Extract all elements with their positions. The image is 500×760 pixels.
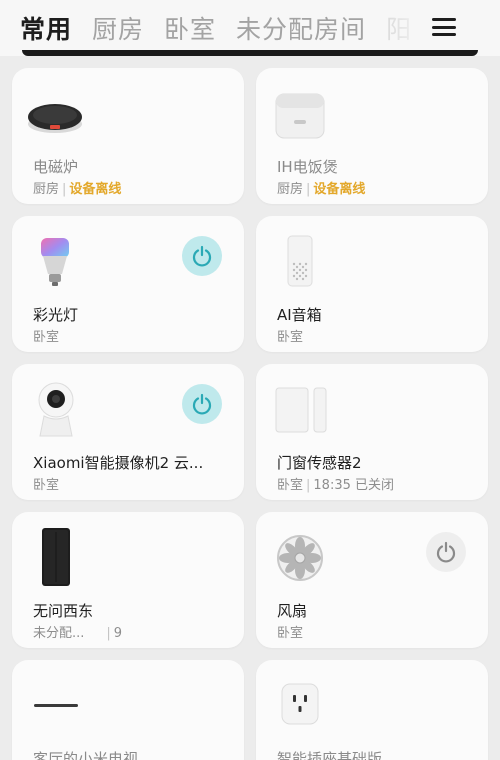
device-card-door-sensor[interactable]: 门窗传感器2 卧室 | 18:35 已关闭 xyxy=(256,364,488,500)
device-room: 卧室 xyxy=(33,330,60,345)
device-room: 卧室 xyxy=(33,478,60,493)
power-toggle[interactable] xyxy=(182,236,222,276)
menu-icon[interactable] xyxy=(432,16,456,38)
tab-kitchen[interactable]: 厨房 xyxy=(92,10,144,46)
device-card-smart-plug[interactable]: 智能插座基础版 xyxy=(256,660,488,760)
color-bulb-icon xyxy=(41,238,69,286)
device-status: 厨房 | 设备离线 xyxy=(277,182,366,197)
tab-unassigned[interactable]: 未分配房间 xyxy=(236,10,366,46)
offline-badge: 设备离线 xyxy=(69,182,122,197)
device-card-ai-speaker[interactable]: AI音箱 卧室 xyxy=(256,216,488,352)
device-name: AI音箱 xyxy=(277,306,322,324)
induction-cooker-icon xyxy=(28,104,82,133)
device-name: 风扇 xyxy=(277,602,308,620)
power-toggle[interactable] xyxy=(426,532,466,572)
device-card-camera[interactable]: Xiaomi智能摄像机2 云... 卧室 xyxy=(12,364,244,500)
device-name: 电磁炉 xyxy=(33,158,79,176)
device-status: 卧室 | 18:35 已关闭 xyxy=(277,478,395,493)
fan-icon xyxy=(277,535,323,581)
camera-icon xyxy=(38,382,74,437)
power-icon xyxy=(192,393,212,415)
rice-cooker-icon xyxy=(275,93,325,139)
device-name: 无问西东 xyxy=(33,602,94,620)
tab-favorites[interactable]: 常用 xyxy=(20,10,72,46)
device-name: 彩光灯 xyxy=(33,306,79,324)
device-card-router[interactable]: 无问西东 未分配... | 9 xyxy=(12,512,244,648)
device-name: 智能插座基础版 xyxy=(277,750,383,760)
device-name: IH电饭煲 xyxy=(277,158,338,176)
device-card-color-light[interactable]: 彩光灯 卧室 xyxy=(12,216,244,352)
router-icon xyxy=(42,528,70,586)
device-room: 卧室 xyxy=(277,330,304,345)
power-icon xyxy=(436,541,456,563)
device-name: Xiaomi智能摄像机2 云... xyxy=(33,454,204,472)
room-tabs: 常用 厨房 卧室 未分配房间 阳 xyxy=(20,10,432,46)
device-name: 客厅的小米电视 xyxy=(33,750,139,760)
door-sensor-icon xyxy=(275,387,327,433)
tv-icon xyxy=(34,704,78,707)
device-status: 厨房 | 设备离线 xyxy=(33,182,122,197)
tab-balcony[interactable]: 阳 xyxy=(386,10,412,46)
power-icon xyxy=(192,245,212,267)
smart-plug-icon xyxy=(281,683,319,725)
device-name: 门窗传感器2 xyxy=(277,454,362,472)
device-room: 卧室 xyxy=(277,626,304,641)
device-card-fan[interactable]: 风扇 卧室 xyxy=(256,512,488,648)
device-card-induction-cooker[interactable]: 电磁炉 厨房 | 设备离线 xyxy=(12,68,244,204)
ai-speaker-icon xyxy=(287,235,313,287)
device-card-rice-cooker[interactable]: IH电饭煲 厨房 | 设备离线 xyxy=(256,68,488,204)
header-divider xyxy=(22,50,478,56)
room-tab-bar: 常用 厨房 卧室 未分配房间 阳 xyxy=(0,0,500,56)
device-card-tv[interactable]: 客厅的小米电视 xyxy=(12,660,244,760)
power-toggle[interactable] xyxy=(182,384,222,424)
offline-badge: 设备离线 xyxy=(313,182,366,197)
tab-bedroom[interactable]: 卧室 xyxy=(164,10,216,46)
device-status: 未分配... | 9 xyxy=(33,626,123,641)
